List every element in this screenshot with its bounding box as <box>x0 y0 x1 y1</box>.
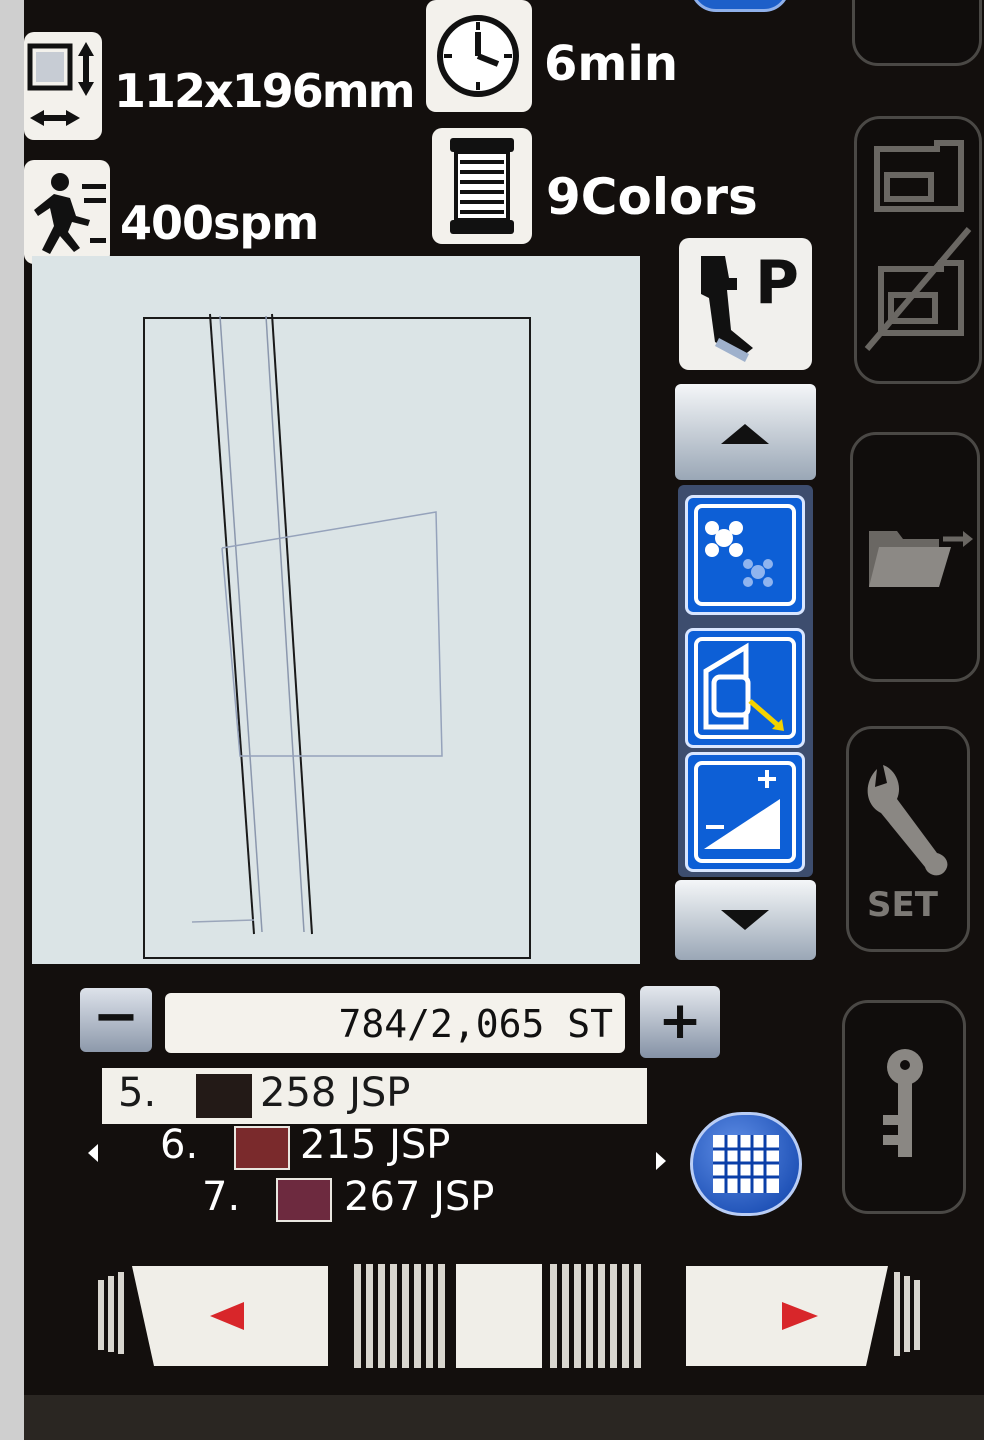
stitch-back-button[interactable]: − <box>80 988 152 1052</box>
presser-foot-button[interactable]: P <box>679 238 812 370</box>
arrow-up-icon <box>721 424 769 444</box>
color-list-item-current[interactable]: 5. 258 JSP <box>102 1068 647 1124</box>
color-index: 5. <box>118 1070 157 1116</box>
arrow-down-icon <box>721 910 769 930</box>
thread-spool-icon <box>432 128 532 244</box>
stitch-forward-button[interactable]: + <box>640 986 720 1058</box>
color-table-button[interactable] <box>690 1112 802 1216</box>
next-color-button[interactable] <box>682 1262 942 1370</box>
design-preview[interactable] <box>32 256 640 964</box>
color-count-value: 9Colors <box>546 168 758 226</box>
color-index: 7. <box>202 1174 241 1220</box>
file-transfer-button[interactable] <box>850 432 980 682</box>
speed-icon <box>24 160 110 264</box>
list-left-arrow-icon[interactable] <box>88 1144 98 1162</box>
design-size-value: 112x196mm <box>114 64 416 118</box>
color-list-item[interactable]: 6. 215 JSP <box>160 1122 480 1174</box>
trace-frame-button[interactable] <box>685 628 805 748</box>
color-code: 258 JSP <box>260 1070 411 1116</box>
density-adjust-button[interactable] <box>685 752 805 872</box>
sewing-speed-value: 400spm <box>120 196 319 250</box>
screen-bezel <box>0 0 24 1440</box>
color-swatch <box>196 1074 252 1118</box>
size-icon <box>24 32 102 140</box>
foot-type-label: P <box>755 248 799 318</box>
scroll-down-button[interactable] <box>675 880 816 960</box>
color-list-item[interactable]: 7. 267 JSP <box>202 1174 522 1226</box>
clock-icon <box>426 0 532 112</box>
stitch-mode-button[interactable] <box>854 116 982 384</box>
lock-key-button[interactable] <box>842 1000 966 1214</box>
stitch-counter: 784/2,065 ST <box>165 993 625 1053</box>
color-swatch <box>234 1126 290 1170</box>
color-index: 6. <box>160 1122 199 1168</box>
previous-color-button[interactable] <box>92 1262 332 1370</box>
list-right-arrow-icon[interactable] <box>656 1152 666 1170</box>
pattern-color-button[interactable] <box>685 495 805 615</box>
color-code: 215 JSP <box>300 1122 451 1168</box>
time-value: 6min <box>544 36 679 92</box>
top-side-button[interactable] <box>852 0 982 66</box>
scroll-up-button[interactable] <box>675 384 816 480</box>
color-code: 267 JSP <box>344 1174 495 1220</box>
progress-stripes <box>352 1262 652 1370</box>
set-label: SET <box>867 885 938 925</box>
bottom-frame <box>24 1395 984 1440</box>
color-swatch <box>276 1178 332 1222</box>
settings-button[interactable]: SET <box>846 726 970 952</box>
